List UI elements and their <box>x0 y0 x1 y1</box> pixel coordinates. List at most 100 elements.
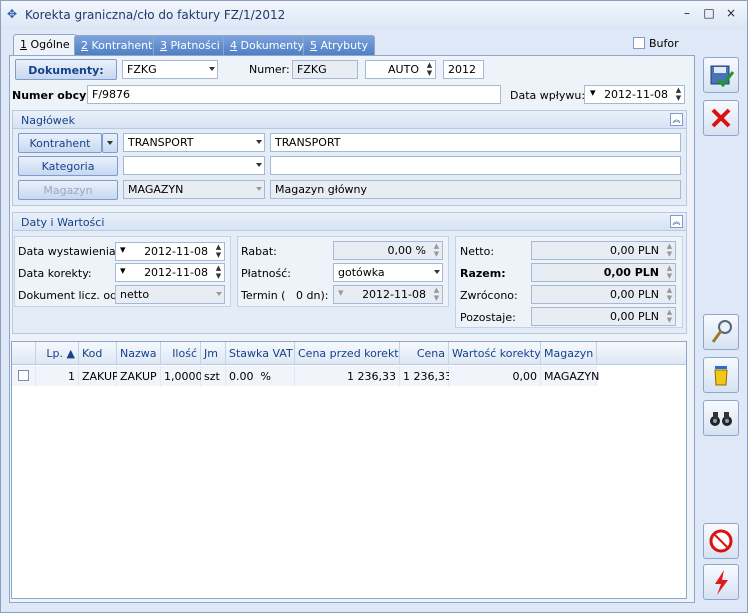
kontrahent-dropdown-button[interactable] <box>102 133 118 153</box>
trash-icon <box>714 366 728 386</box>
daty-header: Daty i Wartości ︽ <box>13 213 686 231</box>
doc-type-select[interactable]: FZKG <box>122 60 218 79</box>
column-header-cena-przed[interactable]: Cena przed korektą <box>295 342 400 365</box>
row-cell-select[interactable] <box>12 366 36 386</box>
dropdown-icon: ▾ <box>338 286 344 299</box>
spinner-icon: ▲ ▼ <box>666 242 673 258</box>
items-table[interactable]: Lp. ▲ Kod Nazwa Ilość Jm Stawka VAT Cena… <box>11 341 687 599</box>
cancel-icon <box>711 108 731 128</box>
tab-platnosci[interactable]: 3 Płatności <box>153 35 227 55</box>
pozostaje-field: 0,00 PLN ▲ ▼ <box>531 307 676 326</box>
kategoria-desc-field[interactable] <box>270 156 681 175</box>
column-header-jm[interactable]: Jm <box>201 342 226 365</box>
column-header-kod[interactable]: Kod <box>79 342 117 365</box>
magazyn-name-field: Magazyn główny <box>270 180 681 199</box>
tab-ogolne[interactable]: 1 Ogólne <box>13 34 77 56</box>
sort-asc-icon: ▲ <box>66 347 75 360</box>
kontrahent-name-field[interactable]: TRANSPORT <box>270 133 681 152</box>
save-icon <box>710 65 735 88</box>
cell-wartosc: 0,00 <box>449 366 541 386</box>
data-wplywu-input[interactable]: ▾ 2012-11-08 ▲ ▼ <box>584 85 685 104</box>
cell-jm: szt <box>201 366 226 386</box>
data-korekty-label: Data korekty: <box>18 267 92 280</box>
chevron-down-icon <box>256 187 262 191</box>
dropdown-icon[interactable]: ▾ <box>120 243 126 256</box>
tab-kontrahent[interactable]: 2 Kontrahent <box>74 35 160 55</box>
spinner-icon: ▲ ▼ <box>666 286 673 302</box>
magazyn-button: Magazyn <box>18 180 118 200</box>
maximize-button[interactable]: □ <box>699 6 719 24</box>
spinner-icon[interactable]: ▲ ▼ <box>424 61 435 78</box>
spinner-icon[interactable]: ▲ ▼ <box>213 264 224 281</box>
licz-od-label: Dokument licz. od: <box>18 289 121 302</box>
cell-nazwa: ZAKUP <box>117 366 161 386</box>
window: ✥ Korekta graniczna/cło do faktury FZ/1/… <box>0 0 748 613</box>
chevron-down-icon <box>107 141 113 145</box>
platnosc-label: Płatność: <box>241 267 291 280</box>
preview-button[interactable] <box>703 400 739 436</box>
razem-label: Razem: <box>460 267 506 280</box>
licz-od-select: netto <box>115 285 225 304</box>
kontrahent-button[interactable]: Kontrahent <box>18 133 102 153</box>
search-button[interactable] <box>703 314 739 350</box>
data-wystawienia-label: Data wystawienia: <box>18 245 120 258</box>
data-wystawienia-input[interactable]: ▾ 2012-11-08 ▲ ▼ <box>115 242 225 261</box>
numer-label: Numer: <box>249 63 290 76</box>
cancel-button[interactable] <box>703 100 739 136</box>
close-button[interactable]: × <box>721 6 741 24</box>
row-checkbox[interactable] <box>18 370 29 381</box>
cell-ilosc: 1,0000 <box>161 366 203 386</box>
spinner-icon: ▲ ▼ <box>666 308 673 324</box>
netto-field: 0,00 PLN ▲ ▼ <box>531 241 676 260</box>
rabat-field: 0,00 % ▲ ▼ <box>333 241 443 260</box>
kategoria-button[interactable]: Kategoria <box>18 156 118 176</box>
cell-lp: 1 <box>36 366 79 386</box>
column-header-nazwa[interactable]: Nazwa <box>117 342 161 365</box>
kontrahent-code-select[interactable]: TRANSPORT <box>123 133 265 152</box>
column-header-cena[interactable]: Cena <box>400 342 449 365</box>
title-bar: ✥ Korekta graniczna/cło do faktury FZ/1/… <box>1 1 747 29</box>
column-header-magazyn[interactable]: Magazyn <box>541 342 597 365</box>
chevron-down-icon <box>209 67 215 71</box>
numer-obcy-label: Numer obcy: <box>12 89 91 102</box>
razem-field: 0,00 PLN ▲ ▼ <box>531 263 676 282</box>
dropdown-icon[interactable]: ▾ <box>120 264 126 277</box>
cell-cena-przed: 1 236,33 <box>295 366 400 386</box>
spinner-icon: ▲ ▼ <box>433 242 440 258</box>
column-header-filler <box>597 342 686 365</box>
termin-label: Termin ( <box>241 289 286 302</box>
column-header-ilosc[interactable]: Ilość <box>161 342 201 365</box>
search-icon <box>711 320 732 343</box>
kategoria-select[interactable] <box>123 156 265 175</box>
numer-obcy-input[interactable]: F/9876 <box>87 85 501 104</box>
zwrocono-field: 0,00 PLN ▲ ▼ <box>531 285 676 304</box>
save-button[interactable] <box>703 57 739 93</box>
data-korekty-input[interactable]: ▾ 2012-11-08 ▲ ▼ <box>115 263 225 282</box>
column-header-wartosc[interactable]: Wartość korekty <box>449 342 541 365</box>
magazyn-select: MAGAZYN <box>123 180 265 199</box>
delete-button[interactable] <box>703 357 739 393</box>
dropdown-icon[interactable]: ▾ <box>590 86 596 99</box>
execute-button[interactable] <box>703 564 739 600</box>
column-header-vat[interactable]: Stawka VAT <box>226 342 295 365</box>
spinner-icon[interactable]: ▲ ▼ <box>213 243 224 260</box>
numer-auto-field[interactable]: AUTO ▲ ▼ <box>365 60 436 79</box>
spinner-icon[interactable]: ▲ ▼ <box>673 86 684 103</box>
bufor-checkbox[interactable] <box>633 37 645 49</box>
cell-cena: 1 236,33 <box>400 366 452 386</box>
pozostaje-label: Pozostaje: <box>460 311 516 324</box>
termin-days: 0 dn): <box>296 289 329 302</box>
duty-button[interactable] <box>703 523 739 559</box>
tab-dokumenty[interactable]: 4 Dokumenty <box>223 35 311 55</box>
chevron-down-icon <box>256 163 262 167</box>
column-header-lp[interactable]: Lp. ▲ <box>36 342 79 365</box>
collapse-icon[interactable]: ︽ <box>670 215 683 228</box>
collapse-icon[interactable]: ︽ <box>670 113 683 126</box>
column-header-select[interactable] <box>12 342 36 365</box>
dokument-button[interactable]: Dokumenty: <box>15 59 117 80</box>
minimize-button[interactable]: – <box>677 6 697 24</box>
numer-year-field[interactable]: 2012 <box>443 60 484 79</box>
tab-atrybuty[interactable]: 5 Atrybuty <box>303 35 375 55</box>
duty-icon <box>709 529 733 553</box>
platnosc-select[interactable]: gotówka <box>333 263 443 282</box>
